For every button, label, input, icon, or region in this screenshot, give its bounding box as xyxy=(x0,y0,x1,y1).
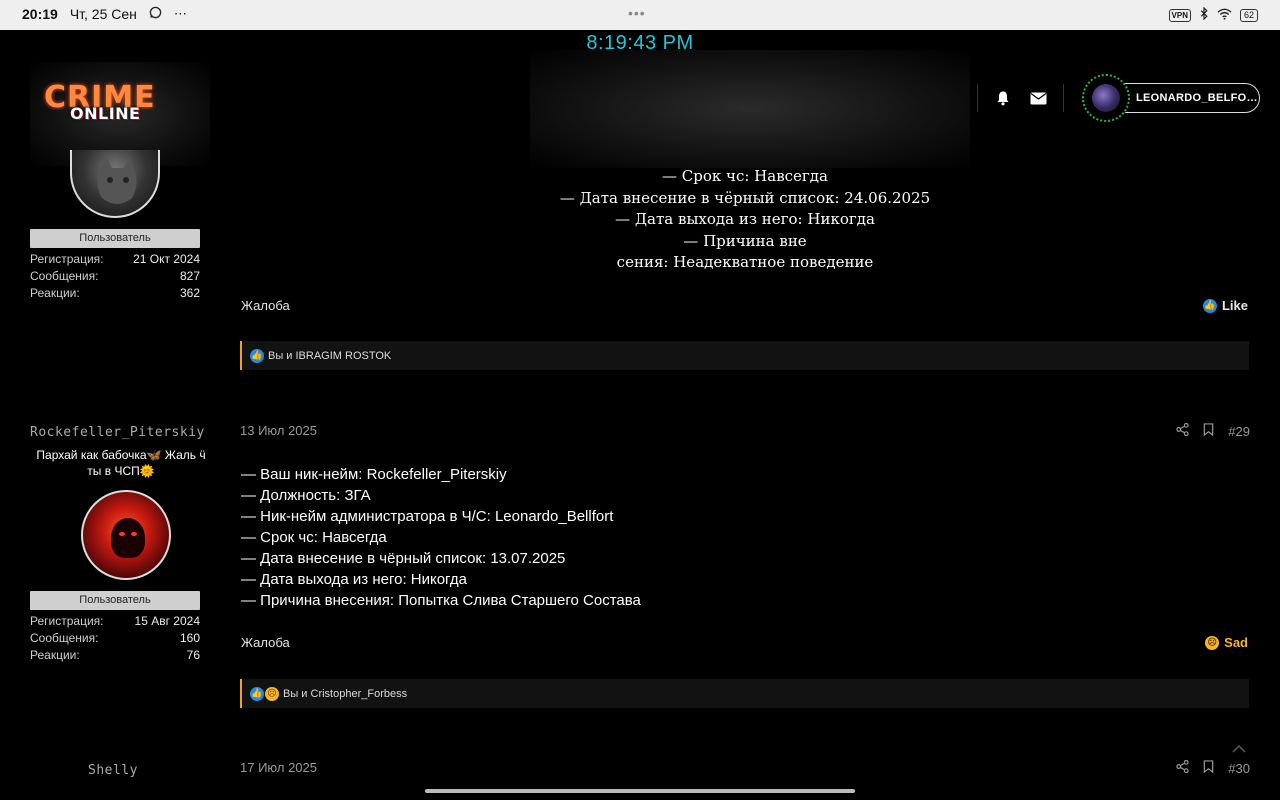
share-icon[interactable] xyxy=(1176,422,1189,439)
post-line: — Срок чс: Навсегда xyxy=(241,529,387,546)
user-role-badge: Пользователь xyxy=(30,591,200,610)
bookmark-icon[interactable] xyxy=(1203,760,1214,776)
post-line: сения: Неадекватное поведение xyxy=(616,253,874,271)
stat-value: 76 xyxy=(186,648,200,662)
status-date: Чт, 25 Сен xyxy=(69,6,137,22)
like-button[interactable]: 👍 Like xyxy=(1202,298,1248,313)
post-line: — Срок чс: Навсегда xyxy=(662,167,828,185)
stat-label: Сообщения: xyxy=(30,631,99,645)
wifi-icon xyxy=(1217,8,1232,23)
stat-value: 827 xyxy=(179,269,200,283)
post-date[interactable]: 13 Июл 2025 xyxy=(240,423,317,438)
report-link[interactable]: Жалоба xyxy=(241,635,290,650)
sad-face-icon: ☹ xyxy=(1205,635,1220,650)
user-title-line: ты в ЧСП🌞 xyxy=(87,464,155,478)
user-title-line: Пархай как бабочка🦋 Жаль ӵ xyxy=(36,448,206,462)
header-divider xyxy=(977,84,978,112)
bluetooth-icon xyxy=(1199,6,1209,23)
stat-label: Реакции: xyxy=(30,286,80,300)
reactions-text: Вы и IBRAGIM ROSTOK xyxy=(268,349,392,362)
report-link[interactable]: Жалоба xyxy=(241,298,290,313)
envelope-icon[interactable] xyxy=(1028,88,1048,108)
post-body: — Ваш ник-нейм: Rockefeller_Piterskiy — … xyxy=(241,464,641,611)
post-line: — Дата выхода из него: Никогда xyxy=(241,571,467,588)
like-label: Like xyxy=(1221,298,1248,313)
vpn-badge: VPN xyxy=(1168,8,1191,22)
whatsapp-icon xyxy=(149,6,162,22)
share-icon[interactable] xyxy=(1176,759,1189,776)
header-banner xyxy=(530,50,970,168)
post-author-name[interactable]: Rockefeller_Piterskiy xyxy=(30,425,205,440)
post-line: — Ник-нейм администратора в Ч/С: Leonard… xyxy=(241,508,614,525)
post-line: — Причина внесения: Попытка Слива Старше… xyxy=(241,592,641,609)
status-bar: 20:19 Чт, 25 Сен ⋯ ••• VPN 62 xyxy=(0,0,1280,30)
post-author-name[interactable]: Shelly xyxy=(88,763,138,778)
avatar[interactable] xyxy=(81,490,171,580)
gesture-home-bar[interactable] xyxy=(425,789,855,793)
avatar[interactable] xyxy=(70,150,160,218)
reactions-text: Вы и Cristopher_Forbess xyxy=(283,687,408,700)
stat-value: 362 xyxy=(179,286,200,300)
reactions-summary[interactable]: 👍 Вы и IBRAGIM ROSTOK xyxy=(240,341,1249,370)
post-line: — Причина вне xyxy=(683,231,807,250)
user-stats: Регистрация: 21 Окт 2024 Сообщения: 827 Ре… xyxy=(30,251,200,302)
stat-label: Реакции: xyxy=(30,648,80,662)
sad-label: Sad xyxy=(1224,635,1248,650)
reactions-summary[interactable]: 👍 ☹ Вы и Cristopher_Forbess xyxy=(240,679,1249,708)
post-line: — Должность: ЗГА xyxy=(241,487,371,504)
thumbs-up-icon: 👍 xyxy=(250,348,264,363)
post-line: — Дата выхода из него: Никогда xyxy=(615,210,875,228)
stat-value: 21 Окт 2024 xyxy=(133,252,200,266)
user-title: Пархай как бабочка🦋 Жаль ӵ ты в ЧСП🌞 xyxy=(26,447,216,479)
sad-reaction-button[interactable]: ☹ Sad xyxy=(1205,635,1248,650)
post-date[interactable]: 17 Июл 2025 xyxy=(240,760,317,775)
bookmark-icon[interactable] xyxy=(1203,423,1214,439)
logo-line-online: ONLINE xyxy=(70,104,141,123)
user-stats: Регистрация: 15 Авг 2024 Сообщения: 160 Ре… xyxy=(30,613,200,664)
sad-face-icon: ☹ xyxy=(265,686,279,701)
battery-indicator: 62 xyxy=(1239,8,1258,22)
account-username: LEONARDO_BELFO… xyxy=(1136,92,1258,104)
stat-value: 160 xyxy=(179,631,200,645)
stat-label: Сообщения: xyxy=(30,269,99,283)
account-avatar[interactable] xyxy=(1092,84,1120,112)
thumbs-up-icon: 👍 xyxy=(250,686,264,701)
post-tools: #30 xyxy=(1176,759,1250,776)
post-number[interactable]: #30 xyxy=(1228,761,1250,776)
multiwindow-handle[interactable]: ••• xyxy=(628,5,646,21)
post-body: — Срок чс: Навсегда — Дата внесение в чё… xyxy=(540,166,950,274)
thumbs-up-icon: 👍 xyxy=(1202,298,1217,313)
user-role-badge: Пользователь xyxy=(30,229,200,248)
stat-value: 15 Авг 2024 xyxy=(134,614,200,628)
header-divider xyxy=(1063,84,1064,112)
post-line: — Ваш ник-нейм: Rockefeller_Piterskiy xyxy=(241,466,507,483)
status-time: 20:19 xyxy=(22,6,58,22)
scroll-to-top-icon[interactable] xyxy=(1232,740,1246,756)
post-tools: #29 xyxy=(1176,422,1250,439)
stat-label: Регистрация: xyxy=(30,614,104,628)
post-number[interactable]: #29 xyxy=(1228,424,1250,439)
more-dots-icon: ⋯ xyxy=(173,6,187,21)
post-line: — Дата внесение в чёрный список: 24.06.2… xyxy=(559,188,931,207)
bell-icon[interactable] xyxy=(993,88,1013,108)
stat-label: Регистрация: xyxy=(30,252,104,266)
post-line: — Дата внесение в чёрный список: 13.07.2… xyxy=(241,550,566,567)
